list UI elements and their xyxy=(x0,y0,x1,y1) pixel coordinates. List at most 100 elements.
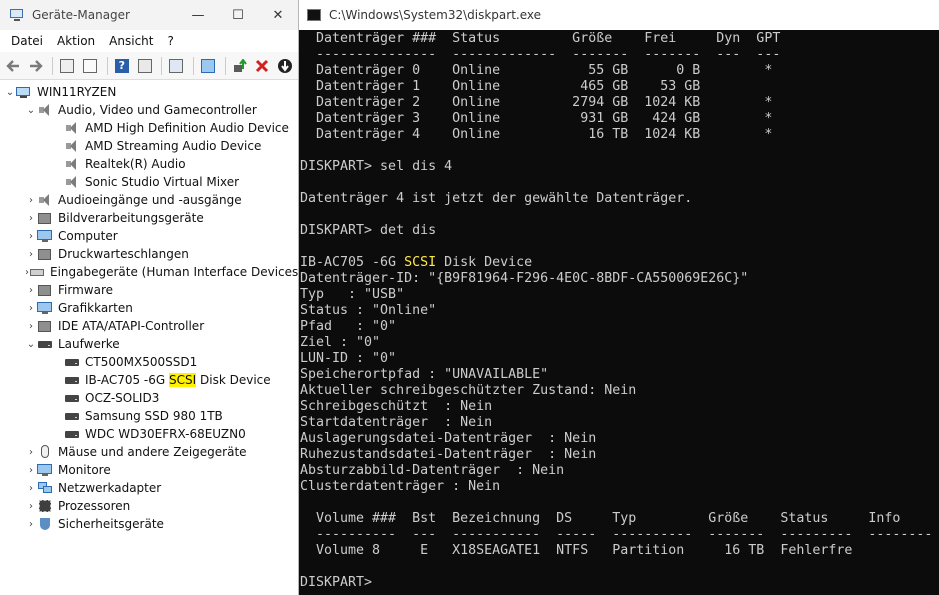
device-manager-titlebar[interactable]: Geräte-Manager — ☐ ✕ xyxy=(0,0,298,30)
expand-chevron-icon[interactable]: › xyxy=(25,501,37,512)
tree-item[interactable]: › Mäuse und andere Zeigegeräte xyxy=(0,443,298,461)
help-icon[interactable]: ? xyxy=(112,56,132,76)
scan-hardware-icon[interactable] xyxy=(166,56,186,76)
speaker-icon xyxy=(64,175,80,189)
maximize-button[interactable]: ☐ xyxy=(218,0,258,30)
tree-item[interactable]: ⌄ WIN11RYZEN xyxy=(0,83,298,101)
tree-item[interactable]: › Grafikkarten xyxy=(0,299,298,317)
tree-item[interactable]: OCZ-SOLID3 xyxy=(0,389,298,407)
tree-item-label: OCZ-SOLID3 xyxy=(85,391,160,405)
console-line: Auslagerungsdatei-Datenträger : Nein xyxy=(300,431,597,446)
tree-item-label: AMD Streaming Audio Device xyxy=(85,139,262,153)
menu-bar: Datei Aktion Ansicht ? xyxy=(0,30,298,52)
console-line: Datenträger 4 Online 16 TB 1024 KB * xyxy=(300,127,773,142)
cpu-icon xyxy=(37,499,53,513)
properties-icon[interactable] xyxy=(80,56,100,76)
tree-item-label: Firmware xyxy=(58,283,113,297)
menu-help[interactable]: ? xyxy=(160,34,180,48)
menu-ansicht[interactable]: Ansicht xyxy=(102,34,160,48)
device-tree: ⌄ WIN11RYZEN ⌄ Audio, Video und Gamecontrol… xyxy=(0,80,298,595)
tree-item[interactable]: › Computer xyxy=(0,227,298,245)
expand-chevron-icon[interactable]: › xyxy=(25,447,37,458)
key-icon xyxy=(29,265,45,279)
console-output[interactable]: Datenträger ### Status Größe Frei Dyn GP… xyxy=(299,30,939,595)
console-line: Datenträger 2 Online 2794 GB 1024 KB * xyxy=(300,95,773,110)
tree-item-label: Netzwerkadapter xyxy=(58,481,162,495)
menu-aktion[interactable]: Aktion xyxy=(50,34,102,48)
expand-chevron-icon[interactable]: › xyxy=(25,519,37,530)
expand-chevron-icon[interactable]: › xyxy=(25,231,37,242)
toolbar: ? xyxy=(0,52,298,80)
tree-item[interactable]: › Firmware xyxy=(0,281,298,299)
tree-item[interactable]: CT500MX500SSD1 xyxy=(0,353,298,371)
tree-item[interactable]: WDC WD30EFRX-68EUZN0 xyxy=(0,425,298,443)
tree-item-label: Sonic Studio Virtual Mixer xyxy=(85,175,240,189)
tree-item[interactable]: › Audioeingänge und -ausgänge xyxy=(0,191,298,209)
console-line: Volume ### Bst Bezeichnung DS Typ Größe … xyxy=(300,511,901,526)
tree-item[interactable]: › Netzwerkadapter xyxy=(0,479,298,497)
close-button[interactable]: ✕ xyxy=(258,0,298,30)
tree-item[interactable]: IB-AC705 -6G SCSI Disk Device xyxy=(0,371,298,389)
download-icon[interactable] xyxy=(275,56,295,76)
console-line: Speicherortpfad : "UNAVAILABLE" xyxy=(300,367,549,382)
tree-item-label: Computer xyxy=(58,229,118,243)
tree-item-label: Audioeingänge und -ausgänge xyxy=(58,193,242,207)
collapse-chevron-icon[interactable]: ⌄ xyxy=(25,339,37,350)
monitor-icon[interactable] xyxy=(198,56,218,76)
tree-item[interactable]: › Monitore xyxy=(0,461,298,479)
console-text: Disk Device xyxy=(436,255,533,270)
drive-icon xyxy=(64,355,80,369)
tree-item[interactable]: ⌄ Audio, Video und Gamecontroller xyxy=(0,101,298,119)
tree-item[interactable]: Sonic Studio Virtual Mixer xyxy=(0,173,298,191)
collapse-chevron-icon[interactable]: ⌄ xyxy=(25,105,37,116)
computer-icon xyxy=(16,85,32,99)
forward-arrow-icon[interactable] xyxy=(26,56,46,76)
update-driver-icon[interactable] xyxy=(230,56,250,76)
tree-item[interactable]: › Druckwarteschlangen xyxy=(0,245,298,263)
console-line: Ruhezustandsdatei-Datenträger : Nein xyxy=(300,447,597,462)
console-line: Clusterdatenträger : Nein xyxy=(300,479,501,494)
console-titlebar[interactable]: C:\Windows\System32\diskpart.exe xyxy=(299,0,939,30)
tree-item[interactable]: › Sicherheitsgeräte xyxy=(0,515,298,533)
expand-chevron-icon[interactable]: › xyxy=(25,303,37,314)
console-title: C:\Windows\System32\diskpart.exe xyxy=(329,8,541,22)
expand-chevron-icon[interactable]: › xyxy=(25,483,37,494)
console-line: Aktueller schreibgeschützter Zustand: Ne… xyxy=(300,383,637,398)
console-line: Datenträger 4 ist jetzt der gewählte Dat… xyxy=(300,191,693,206)
expand-chevron-icon[interactable]: › xyxy=(25,321,37,332)
collapse-chevron-icon[interactable]: ⌄ xyxy=(4,87,16,98)
speaker-icon xyxy=(64,157,80,171)
expand-chevron-icon[interactable]: › xyxy=(25,195,37,206)
tree-item-label: Mäuse und andere Zeigegeräte xyxy=(58,445,247,459)
expand-chevron-icon[interactable]: › xyxy=(25,285,37,296)
drive-icon xyxy=(64,427,80,441)
tree-item[interactable]: AMD Streaming Audio Device xyxy=(0,137,298,155)
tree-item[interactable]: Samsung SSD 980 1TB xyxy=(0,407,298,425)
minimize-button[interactable]: — xyxy=(178,0,218,30)
device-manager-app-icon xyxy=(9,7,25,23)
uninstall-icon[interactable] xyxy=(253,56,273,76)
monitor-icon xyxy=(37,301,53,315)
resources-icon[interactable] xyxy=(135,56,155,76)
menu-datei[interactable]: Datei xyxy=(4,34,50,48)
tree-item[interactable]: Realtek(R) Audio xyxy=(0,155,298,173)
tree-item[interactable]: › Prozessoren xyxy=(0,497,298,515)
console-line: Pfad : "0" xyxy=(300,319,397,334)
tree-item[interactable]: › Bildverarbeitungsgeräte xyxy=(0,209,298,227)
show-hide-icon[interactable] xyxy=(57,56,77,76)
tree-item[interactable]: › Eingabegeräte (Human Interface Devices) xyxy=(0,263,298,281)
tree-item[interactable]: ⌄ Laufwerke xyxy=(0,335,298,353)
gray-icon xyxy=(37,319,53,333)
back-arrow-icon[interactable] xyxy=(3,56,23,76)
tree-item[interactable]: › IDE ATA/ATAPI-Controller xyxy=(0,317,298,335)
speaker-icon xyxy=(37,193,53,207)
tree-item-label: Grafikkarten xyxy=(58,301,133,315)
expand-chevron-icon[interactable]: › xyxy=(25,465,37,476)
monitor-icon xyxy=(37,229,53,243)
drive-icon xyxy=(37,337,53,351)
gray-icon xyxy=(37,211,53,225)
expand-chevron-icon[interactable]: › xyxy=(25,249,37,260)
expand-chevron-icon[interactable]: › xyxy=(25,213,37,224)
label-text: IB-AC705 -6G xyxy=(85,373,166,387)
tree-item[interactable]: AMD High Definition Audio Device xyxy=(0,119,298,137)
